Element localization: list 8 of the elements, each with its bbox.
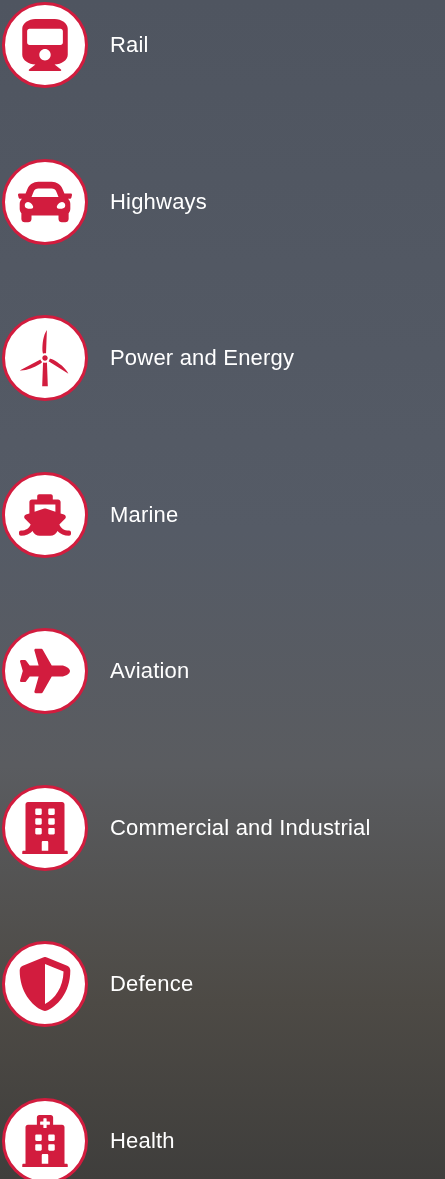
sector-link[interactable]: Health	[2, 1097, 445, 1179]
sector-link[interactable]: Defence	[2, 941, 445, 1027]
sector-link[interactable]: Commercial and Industrial	[2, 784, 445, 871]
sector-link[interactable]: Highways	[2, 158, 445, 245]
sector-link[interactable]: Marine	[2, 471, 445, 558]
sector-link[interactable]: Power and Energy	[2, 315, 445, 401]
sector-link[interactable]: Aviation	[2, 628, 445, 714]
sector-link[interactable]: Rail	[2, 2, 445, 88]
